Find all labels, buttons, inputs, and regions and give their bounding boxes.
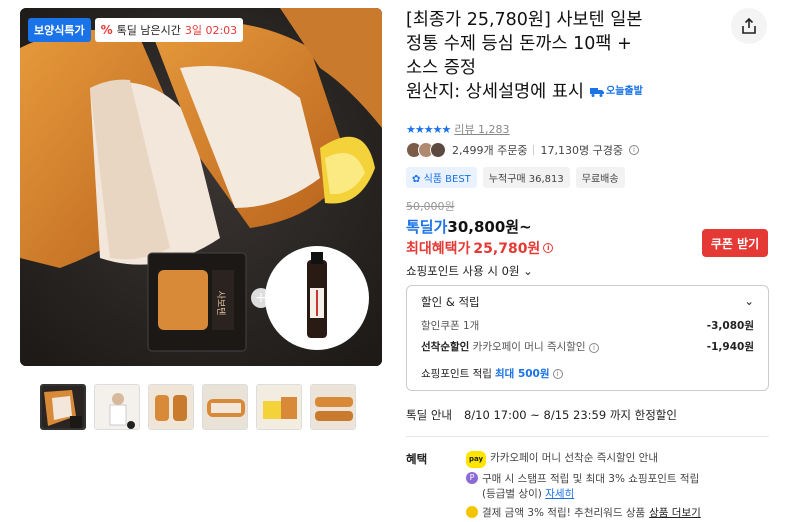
discount-header[interactable]: 할인 & 적립 ⌄ — [421, 294, 754, 310]
promo-badge: 보양식특가 — [28, 18, 91, 42]
order-count: 2,499개 주문중 — [452, 144, 528, 157]
deal-period-text: 8/10 17:00 ~ 8/15 23:59 까지 한정할인 — [463, 408, 677, 422]
discount-panel: 할인 & 적립 ⌄ 할인쿠폰 1개 -3,080원 선착순할인 카카오페이 머니… — [406, 285, 769, 391]
divider — [406, 436, 769, 437]
max-benefit-label: 최대혜택가 — [406, 241, 471, 257]
point-icon: P — [466, 472, 478, 484]
deal-price: 30,800원~ — [447, 218, 532, 236]
benefit-item: pay 카카오페이 머니 선착순 즉시할인 안내 — [466, 451, 701, 468]
avatar — [430, 142, 446, 158]
tag-cumulative: 누적구매 36,813 — [482, 167, 570, 188]
coupon-button[interactable]: 쿠폰 받기 — [702, 229, 768, 257]
info-icon[interactable]: i — [543, 243, 554, 253]
chevron-down-icon: ⌄ — [523, 264, 533, 278]
info-icon[interactable]: i — [628, 145, 639, 155]
benefit-item: 결제 금액 3% 적립! 추천리워드 상품 상품 더보기 — [466, 506, 701, 521]
max-benefit-price: 25,780원 — [473, 241, 541, 257]
divider — [533, 145, 535, 155]
thumbnail-6[interactable] — [310, 384, 356, 430]
points-earn-row: 쇼핑포인트 적립 최대 500원 i — [421, 366, 754, 381]
deal-label: 톡딜가 — [406, 218, 448, 236]
sale-percent-icon: % — [100, 23, 113, 37]
activity-row: 2,499개 주문중 17,130명 구경중 i — [406, 142, 639, 158]
thumbnail-4[interactable] — [202, 384, 248, 430]
svg-text:사보텐: 사보텐 — [215, 291, 226, 316]
info-icon[interactable]: i — [588, 343, 599, 353]
details-link[interactable]: 자세히 — [545, 488, 574, 500]
benefits-label: 혜택 — [406, 452, 428, 466]
discount-row-coupon: 할인쿠폰 1개 -3,080원 — [421, 320, 754, 332]
product-info: [최종가 25,780원] 사보텐 일본 정통 수제 등심 돈까스 10팩 + … — [406, 8, 774, 104]
thumbnail-1[interactable] — [40, 384, 86, 430]
benefits-list: pay 카카오페이 머니 선착순 즉시할인 안내 P 구매 시 스탬프 적립 및… — [466, 451, 701, 522]
tag-food-best[interactable]: ✿ 식품 BEST — [406, 167, 477, 188]
deal-period-label: 톡딜 안내 — [406, 408, 452, 422]
thumbnail-2[interactable] — [94, 384, 140, 430]
deal-timer-badge: % 톡딜 남은시간 3일 02:03 — [94, 18, 244, 42]
timer-value: 3일 02:03 — [184, 24, 238, 37]
deal-period: 톡딜 안내 8/10 17:00 ~ 8/15 23:59 까지 한정할인 — [406, 407, 677, 423]
kakaopay-icon: pay — [466, 451, 487, 468]
more-products-link[interactable]: 상품 더보기 — [649, 506, 701, 521]
watcher-count: 17,130명 구경중 — [540, 144, 623, 157]
deal-price-row: 톡딜가30,800원~ — [406, 216, 532, 237]
timer-label: 톡딜 남은시간 — [116, 24, 181, 37]
tag-free-shipping: 무료배송 — [575, 167, 625, 188]
chevron-down-icon: ⌄ — [744, 294, 754, 308]
delivery-badge: 오늘출발 — [590, 80, 643, 104]
origin-text: 원산지: 상세설명에 표시 — [406, 82, 585, 102]
discount-row-firstcome: 선착순할인 카카오페이 머니 즉시할인 i -1,940원 — [421, 341, 754, 353]
benefit-item: P 구매 시 스탬프 적립 및 최대 3% 쇼핑포인트 적립 (등급별 상이) … — [466, 472, 701, 502]
buyer-avatars — [406, 142, 446, 158]
main-product-image: 사보텐 + 보양식특가 % 톡딜 남은시간 3일 02:03 — [20, 8, 382, 366]
reward-icon — [466, 506, 478, 518]
star-rating-icon: ★★★★★ — [406, 122, 451, 136]
thumbnail-3[interactable] — [148, 384, 194, 430]
thumbnail-5[interactable] — [256, 384, 302, 430]
points-usage[interactable]: 쇼핑포인트 사용 시 0원 ⌄ — [406, 263, 533, 279]
original-price: 50,000원 — [406, 200, 455, 213]
tonkatsu-photo: 사보텐 + — [20, 8, 382, 366]
thumbnail-strip — [40, 384, 356, 430]
rating-row: ★★★★★ 리뷰 1,283 — [406, 121, 510, 137]
food-icon: ✿ — [412, 174, 421, 185]
max-benefit-row: 최대혜택가 25,780원 i — [406, 238, 554, 258]
info-icon[interactable]: i — [552, 368, 563, 379]
truck-icon — [590, 88, 605, 97]
review-link[interactable]: 리뷰 1,283 — [454, 121, 509, 137]
tag-list: ✿ 식품 BEST 누적구매 36,813 무료배송 — [406, 167, 625, 188]
product-title: [최종가 25,780원] 사보텐 일본 정통 수제 등심 돈까스 10팩 + … — [406, 10, 643, 104]
